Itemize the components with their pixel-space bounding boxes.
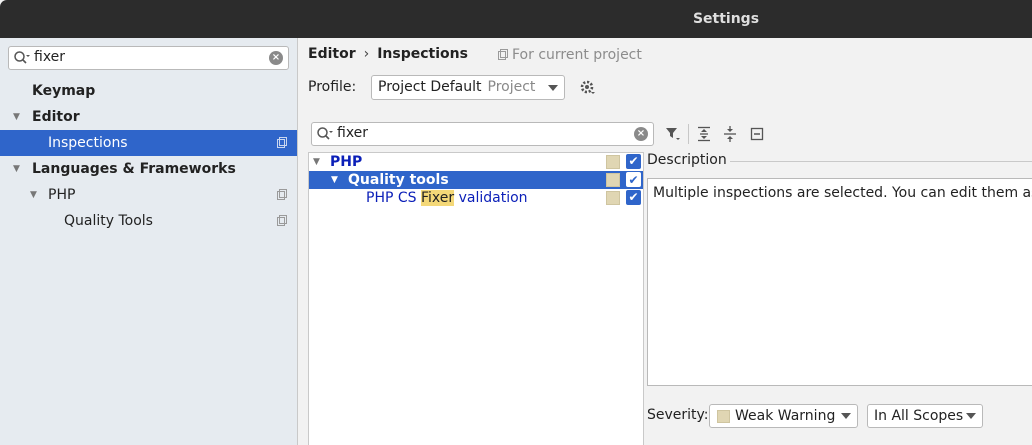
scope-note-text: For current project: [512, 47, 642, 63]
expand-arrow-icon[interactable]: ▼: [13, 156, 20, 182]
sidebar-item-inspections[interactable]: Inspections: [0, 130, 297, 156]
clear-search-icon[interactable]: ×: [269, 51, 283, 65]
breadcrumb-current: Inspections: [377, 46, 468, 62]
project-scope-icon: [498, 49, 508, 60]
expand-arrow-icon[interactable]: ▼: [13, 104, 20, 130]
scope-value: In All Scopes: [874, 408, 964, 424]
sidebar-item-keymap[interactable]: Keymap: [0, 78, 297, 104]
breadcrumb-separator: ›: [363, 46, 370, 62]
label-prefix: PHP CS: [366, 190, 421, 206]
inspection-search-field[interactable]: fixer ×: [311, 122, 654, 146]
gear-icon[interactable]: [580, 80, 596, 96]
severity-swatch: [717, 410, 730, 423]
severity-swatch: [606, 173, 620, 187]
sidebar-item-label: Editor: [32, 109, 80, 125]
enable-checkbox[interactable]: ✔: [626, 190, 641, 205]
sidebar-item-label: PHP: [48, 187, 76, 203]
tree-row-label: PHP CS Fixer validation: [366, 189, 528, 207]
settings-search-input[interactable]: fixer: [34, 49, 65, 65]
description-label: Description: [647, 152, 727, 168]
collapse-all-icon[interactable]: [722, 126, 738, 142]
severity-swatch: [606, 191, 620, 205]
dropdown-caret-icon: [841, 413, 851, 419]
description-divider: [730, 161, 1032, 162]
profile-dropdown[interactable]: Project Default Project: [371, 75, 565, 100]
search-icon[interactable]: [316, 126, 334, 142]
tree-row-label: PHP: [330, 154, 363, 170]
severity-label: Severity:: [647, 407, 709, 423]
toolbar-separator: [688, 124, 689, 144]
enable-checkbox[interactable]: ✔: [626, 172, 641, 187]
inspections-page: Editor › Inspections For current project P…: [299, 38, 1032, 445]
clear-search-icon[interactable]: ×: [634, 127, 648, 141]
scope-dropdown[interactable]: In All Scopes: [867, 404, 983, 428]
reset-icon[interactable]: [749, 126, 765, 142]
inspection-tree: ▼ PHP ✔ ▼ Quality tools ✔ PHP CS Fixer v…: [308, 152, 644, 445]
search-match-highlight: Fixer: [420, 190, 455, 206]
sidebar-item-editor[interactable]: ▼ Editor: [0, 104, 297, 130]
sidebar-item-languages-frameworks[interactable]: ▼ Languages & Frameworks: [0, 156, 297, 182]
tree-row-quality-tools[interactable]: ▼ Quality tools ✔: [309, 171, 643, 189]
severity-swatch: [606, 155, 620, 169]
window-title: Settings: [692, 11, 760, 27]
tree-row-php-cs-fixer[interactable]: PHP CS Fixer validation ✔: [309, 189, 643, 207]
expand-arrow-icon[interactable]: ▼: [30, 182, 37, 208]
sidebar-item-label: Keymap: [32, 83, 96, 99]
severity-value: Weak Warning: [735, 408, 836, 424]
sidebar-item-label: Languages & Frameworks: [32, 161, 236, 177]
sidebar-item-label: Inspections: [48, 135, 128, 151]
tree-row-label: Quality tools: [348, 172, 449, 188]
sidebar-item-quality-tools[interactable]: Quality Tools: [0, 208, 297, 234]
filter-icon[interactable]: [665, 126, 681, 142]
settings-sidebar: fixer × Keymap ▼ Editor Inspections ▼ La…: [0, 38, 298, 445]
sidebar-item-php[interactable]: ▼ PHP: [0, 182, 297, 208]
inspection-search-input[interactable]: fixer: [337, 125, 368, 141]
project-scope-icon: [277, 189, 287, 200]
breadcrumb: Editor › Inspections: [308, 46, 468, 62]
description-text: Multiple inspections are selected. You c…: [647, 178, 1032, 386]
label-suffix: validation: [454, 190, 528, 206]
title-bar: Settings: [0, 0, 1032, 38]
search-icon[interactable]: [13, 50, 31, 66]
profile-sub: Project: [487, 79, 536, 95]
tree-row-php[interactable]: ▼ PHP ✔: [309, 153, 643, 171]
severity-dropdown[interactable]: Weak Warning: [709, 404, 858, 428]
breadcrumb-parent: Editor: [308, 46, 356, 62]
dropdown-caret-icon: [966, 413, 976, 419]
project-scope-icon: [277, 215, 287, 226]
sidebar-item-label: Quality Tools: [64, 213, 153, 229]
settings-search-field[interactable]: fixer ×: [8, 46, 289, 70]
dropdown-caret-icon: [548, 85, 558, 91]
profile-value: Project Default: [378, 79, 482, 95]
profile-label: Profile:: [308, 79, 357, 95]
expand-arrow-icon[interactable]: ▼: [331, 171, 338, 189]
project-scope-icon: [277, 137, 287, 148]
expand-all-icon[interactable]: [696, 126, 712, 142]
expand-arrow-icon[interactable]: ▼: [313, 153, 320, 171]
enable-checkbox[interactable]: ✔: [626, 154, 641, 169]
scope-note: For current project: [498, 47, 642, 63]
